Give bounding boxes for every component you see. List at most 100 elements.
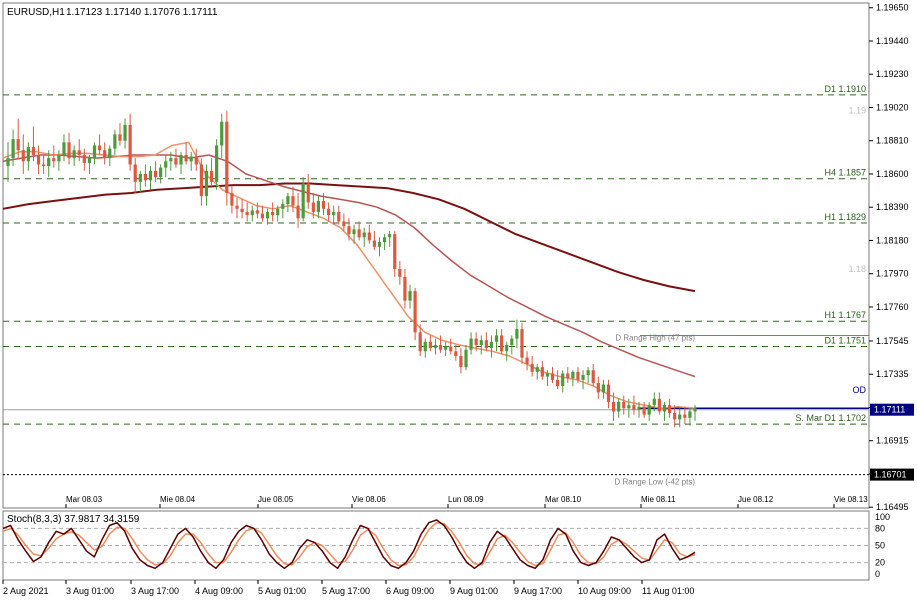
price-tick-label: 1.19230 — [876, 69, 909, 79]
stoch-level-label: 50 — [875, 541, 885, 551]
price-tick-label: 1.16495 — [876, 502, 909, 512]
candle — [444, 341, 448, 357]
candle — [260, 205, 265, 222]
candle — [26, 142, 30, 171]
low-price-tag-label: 1.16701 — [874, 470, 907, 480]
candle — [128, 113, 132, 171]
time-axis-label: 2 Aug 2021 — [3, 586, 49, 596]
candle — [67, 132, 71, 165]
candle — [133, 158, 137, 193]
candle — [489, 335, 494, 358]
level-labels-layer: D1 1.1910 H4 1.1857 H1 1.1829 H1 1.1767 D1 1… — [615, 84, 867, 487]
candle — [92, 142, 97, 165]
candle — [469, 332, 473, 355]
level-label: H1 1.1767 — [824, 310, 866, 320]
low-price-tag: 1.16701 — [870, 468, 914, 481]
day-axis-label: Lun 08.09 — [448, 495, 484, 504]
price-tick-label: 1.17335 — [876, 369, 909, 379]
chart-root: D1 1.1910 H4 1.1857 H1 1.1829 H1 1.1767 D1 1… — [2, 2, 914, 596]
day-axis-label: Vie 08.13 — [834, 495, 868, 504]
candle — [515, 319, 519, 349]
candle — [362, 227, 366, 247]
symbol-label: EURUSD,H1 — [7, 7, 65, 18]
time-axis: 2 Aug 2021 3 Aug 01:00 3 Aug 17:00 4 Aug 09… — [2, 580, 694, 596]
candle — [505, 341, 509, 361]
price-tick-label: 1.18600 — [876, 169, 909, 179]
candle — [179, 151, 183, 174]
time-axis-label: 11 Aug 01:00 — [642, 586, 694, 596]
candle — [164, 154, 168, 178]
candle — [622, 395, 626, 415]
candle — [21, 134, 25, 174]
candle — [332, 205, 336, 225]
candle — [540, 360, 544, 380]
ma-fast-line — [2, 141, 696, 410]
candle — [301, 177, 305, 222]
round-price-label: 1.18 — [848, 264, 866, 274]
candle — [367, 224, 371, 244]
candle — [510, 335, 514, 355]
day-axis-label: Mie 08.11 — [641, 495, 676, 504]
candle — [11, 129, 15, 167]
stoch-label: Stoch(8,3,3) 37.9817 34.3159 — [7, 514, 140, 525]
candle — [617, 398, 621, 418]
candle — [123, 118, 127, 149]
candle — [484, 332, 488, 352]
candle — [199, 158, 203, 206]
candle — [245, 202, 249, 222]
candle — [52, 145, 56, 168]
candle — [393, 230, 397, 277]
candle — [688, 408, 692, 426]
range-label: D Range High (47 pts) — [615, 333, 695, 342]
price-tick-label: 1.19440 — [876, 36, 909, 46]
day-axis-label: Jue 08.12 — [738, 495, 774, 504]
candle — [82, 148, 86, 171]
stoch-main-line — [2, 519, 696, 570]
candle — [525, 351, 529, 371]
candle — [382, 234, 387, 250]
price-tick-label: 1.19650 — [876, 3, 909, 13]
price-tick-label: 1.17545 — [876, 336, 909, 346]
moving-averages-layer — [2, 141, 696, 410]
candle — [556, 370, 560, 390]
time-axis-label: 6 Aug 09:00 — [386, 586, 434, 596]
candle — [220, 113, 224, 159]
candle — [143, 164, 147, 187]
candle — [667, 398, 672, 418]
candle — [550, 367, 555, 383]
candle — [36, 145, 41, 174]
price-tick-label: 1.18180 — [876, 235, 909, 245]
stoch-level-label: 0 — [875, 569, 880, 579]
candle — [240, 199, 244, 219]
candle — [357, 221, 361, 241]
price-axis: 1.19650 1.19440 1.19230 1.19020 1.18810 1.186… — [869, 3, 914, 512]
current-price-tag: 1.17111 — [870, 403, 914, 416]
od-label: OD — [853, 385, 867, 395]
candle — [657, 392, 661, 415]
candle — [316, 196, 321, 219]
day-axis: Mar 08.03 Mie 08.04 Jue 08.05 Vie 08.06 Lun … — [65, 495, 868, 508]
candle — [428, 335, 432, 352]
candle — [215, 139, 219, 190]
candle — [377, 237, 382, 257]
price-tick-label: 1.17970 — [876, 269, 909, 279]
candle — [586, 367, 590, 383]
time-axis-label: 3 Aug 17:00 — [131, 586, 179, 596]
candle — [72, 145, 76, 167]
candle — [235, 197, 239, 219]
candle — [454, 344, 458, 361]
day-axis-label: Mar 08.10 — [545, 495, 582, 504]
candle — [433, 338, 438, 355]
candle — [153, 161, 158, 182]
candle — [148, 166, 153, 190]
candle — [388, 230, 392, 247]
candle — [103, 142, 107, 165]
candle — [581, 370, 585, 390]
day-axis-label: Mar 08.03 — [66, 495, 103, 504]
time-axis-label: 4 Aug 09:00 — [195, 586, 243, 596]
candle — [189, 151, 193, 171]
candle — [398, 261, 402, 285]
candle — [601, 379, 605, 399]
candle — [520, 322, 524, 364]
time-axis-label: 9 Aug 01:00 — [450, 586, 498, 596]
